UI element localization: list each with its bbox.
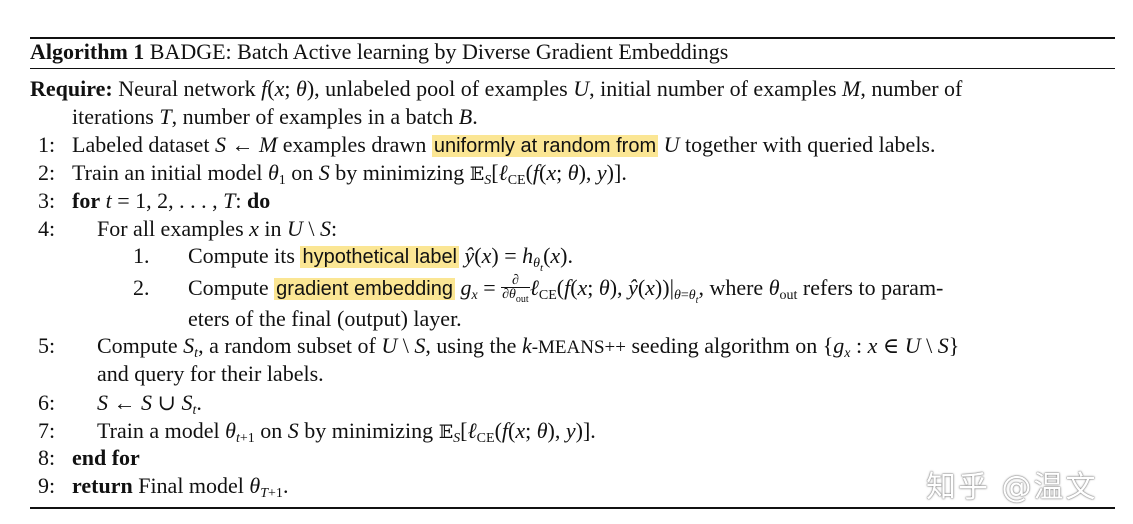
step-text: Final model — [138, 473, 244, 498]
step-text: eters of the final (output) layer. — [188, 306, 462, 331]
require-text: , number of — [860, 76, 963, 101]
require-text: , number of examples in a batch — [171, 104, 454, 129]
step-text: by minimizing — [304, 418, 434, 443]
step-number: 3: — [38, 188, 56, 213]
step-text: For all examples — [97, 216, 244, 241]
caption-rule — [30, 68, 1115, 69]
keyword-end-for: end for — [72, 445, 140, 470]
require-line-1: Require: Neural network f(x; θ), unlabel… — [30, 76, 963, 101]
step-text: refers to param- — [802, 275, 944, 300]
step-4-2-cont: eters of the final (output) layer. — [188, 305, 462, 333]
step-number: 1: — [38, 132, 56, 157]
algorithm-caption: Algorithm 1 BADGE: Batch Active learning… — [30, 38, 728, 66]
substep-number: 2. — [133, 275, 150, 300]
step-number: 2: — [38, 160, 56, 185]
require-text: iterations — [72, 104, 154, 129]
step-text: Compute — [97, 333, 178, 358]
step-text: by minimizing — [335, 160, 465, 185]
step-number: 5: — [38, 333, 56, 358]
step-text: Train a model — [97, 418, 220, 443]
zhihu-watermark: 知乎 @温文 — [926, 470, 1098, 505]
step-text: Labeled dataset — [72, 132, 210, 157]
step-text: in — [264, 216, 282, 241]
step-text: and query for their labels. — [97, 361, 324, 386]
step-text: , using the — [425, 333, 517, 358]
require-label: Require: — [30, 76, 113, 101]
step-text: on — [291, 160, 314, 185]
step-text: , where — [698, 275, 764, 300]
step-7: Train a model θt+1 on S by minimizing 𝔼S… — [97, 418, 596, 446]
step-text: Train an initial model — [72, 160, 263, 185]
step-3: for t = 1, 2, . . . , T: do — [72, 188, 271, 213]
partial-fraction: ∂ ∂θout — [501, 273, 530, 305]
step-number: 4: — [38, 216, 56, 241]
require-text: . — [472, 104, 478, 129]
require-text: , initial number of examples — [589, 76, 837, 101]
step-text: Compute its — [188, 243, 295, 268]
require-text: , unlabeled pool of examples — [314, 76, 568, 101]
step-text: Compute — [188, 275, 269, 300]
algorithm-label: Algorithm 1 — [30, 39, 145, 64]
highlight: gradient embedding — [274, 278, 455, 300]
step-number: 9: — [38, 473, 56, 498]
step-1: Labeled dataset S ← M examples drawn uni… — [72, 132, 936, 157]
require-text: Neural network — [118, 76, 256, 101]
step-text: examples drawn — [282, 132, 427, 157]
substep-number: 1. — [133, 243, 150, 268]
step-8: end for — [72, 444, 140, 472]
step-text: together with queried labels. — [685, 132, 936, 157]
step-number: 8: — [38, 445, 56, 470]
step-4: For all examples x in U \ S: — [97, 216, 338, 241]
require-line-2: iterations T, number of examples in a ba… — [72, 104, 478, 129]
step-text: seeding algorithm on — [631, 333, 818, 358]
keyword-return: return — [72, 473, 133, 498]
highlight: uniformly at random from — [431, 135, 659, 157]
bottom-rule — [30, 507, 1115, 509]
step-number: 6: — [38, 390, 56, 415]
step-text: on — [260, 418, 283, 443]
step-9: return Final model θT+1. — [72, 473, 289, 501]
keyword-for: for — [72, 188, 101, 213]
kmeans-label: -MEANS++ — [531, 337, 626, 358]
algorithm-title: BADGE: Batch Active learning by Diverse … — [149, 39, 729, 64]
step-text: , a random subset of — [198, 333, 376, 358]
step-5-cont: and query for their labels. — [97, 360, 324, 388]
highlight: hypothetical label — [300, 246, 460, 268]
step-number: 7: — [38, 418, 56, 443]
keyword-do: do — [247, 188, 271, 213]
